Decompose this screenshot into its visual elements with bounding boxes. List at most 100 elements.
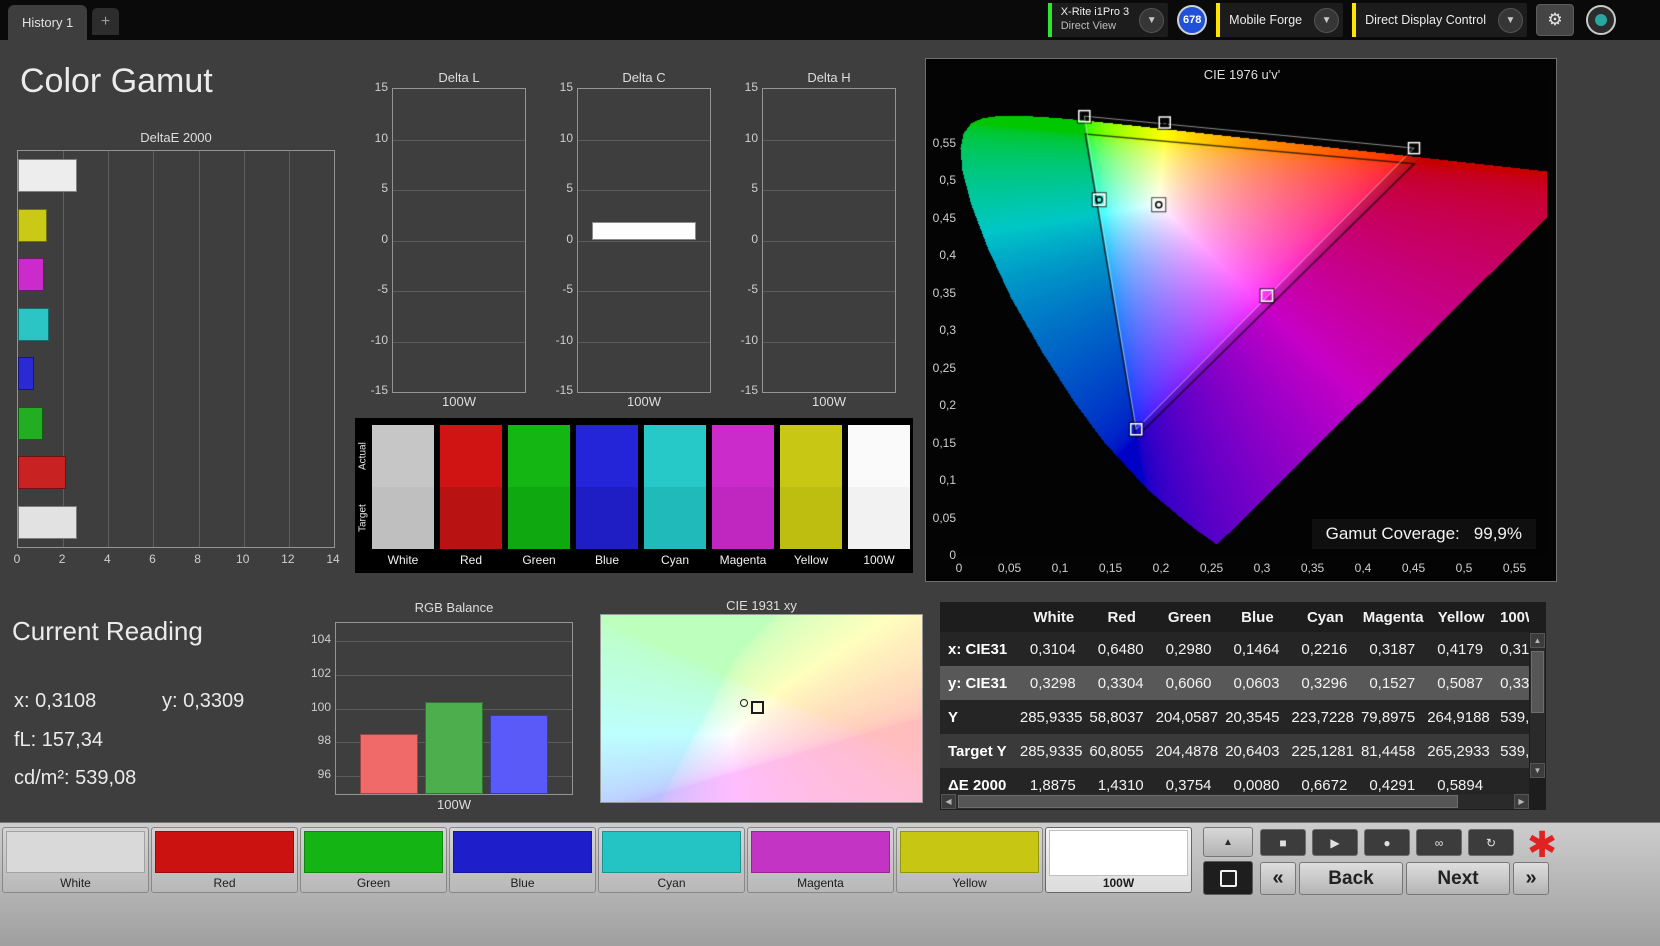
table-row[interactable]: x: CIE31 0,3104 0,6480 0,2980 0,1464 0,2216 0,… bbox=[940, 632, 1529, 666]
scroll-right-icon[interactable]: ▶ bbox=[1514, 794, 1529, 809]
next-button[interactable]: Next bbox=[1406, 862, 1510, 895]
table-row[interactable]: Y 285,9335 58,8037 204,0587 20,3545 223,7228 7… bbox=[940, 700, 1529, 734]
axis-tick-label: 104 bbox=[310, 632, 331, 647]
patch-button-magenta[interactable]: Magenta bbox=[747, 827, 894, 893]
axis-tick-label: -5 bbox=[377, 282, 388, 296]
table-cell: 0,6480 bbox=[1097, 640, 1144, 658]
table-cell: 285,9335 bbox=[1019, 708, 1083, 726]
axis-tick-label: 0 bbox=[949, 548, 956, 562]
source-selector[interactable]: Mobile Forge ▼ bbox=[1216, 3, 1344, 37]
target-row-label: Target bbox=[357, 504, 369, 532]
axis-tick-label: 0,55 bbox=[932, 135, 956, 150]
app-logo-button[interactable] bbox=[1586, 5, 1616, 35]
delta-c-chart bbox=[577, 88, 711, 393]
grid-line bbox=[578, 291, 710, 292]
stop-button[interactable]: ■ bbox=[1260, 829, 1306, 856]
deltae-bar-yellow bbox=[18, 208, 48, 242]
up-arrow-icon: ▲ bbox=[1223, 836, 1233, 848]
grid-line bbox=[393, 240, 525, 242]
patch-button-yellow[interactable]: Yellow bbox=[896, 827, 1043, 893]
axis-tick-label: 0,4 bbox=[939, 248, 956, 262]
axis-tick-label: 0,15 bbox=[1098, 561, 1123, 575]
table-cell: 0,2216 bbox=[1301, 640, 1348, 658]
horizontal-scrollbar[interactable]: ◀ ▶ bbox=[941, 794, 1529, 809]
grid-line bbox=[393, 341, 525, 343]
grid-line bbox=[578, 139, 710, 141]
patch-button-blue[interactable]: Blue bbox=[449, 827, 596, 893]
axis-tick-label: 8 bbox=[194, 552, 201, 566]
swatch-target-100w bbox=[848, 487, 910, 549]
swatch-actual-magenta bbox=[712, 425, 774, 487]
reading-cd: cd/m²: 539,08 bbox=[14, 767, 137, 789]
deltae-chart bbox=[17, 150, 335, 548]
chevron-down-icon[interactable]: ▼ bbox=[1314, 7, 1340, 33]
table-cell: 0,6672 bbox=[1301, 776, 1348, 794]
patch-button-cyan[interactable]: Cyan bbox=[598, 827, 745, 893]
record-button[interactable]: ● bbox=[1364, 829, 1410, 856]
delta-l-chart bbox=[392, 88, 526, 393]
axis-tick-label: -5 bbox=[562, 282, 573, 296]
delta-l-title: Delta L bbox=[438, 70, 480, 85]
back-button[interactable]: Back bbox=[1299, 862, 1403, 895]
axis-tick-label: 0,45 bbox=[1401, 561, 1426, 575]
settings-gear-button[interactable]: ⚙ bbox=[1536, 4, 1574, 36]
actual-target-swatch-panel: Actual Target White Red Green Blue Cyan Magen… bbox=[355, 418, 913, 573]
play-button[interactable]: ▶ bbox=[1312, 829, 1358, 856]
table-cell: 0,5087 bbox=[1437, 674, 1484, 692]
rgb-balance-chart bbox=[335, 622, 573, 795]
patch-button-green[interactable]: Green bbox=[300, 827, 447, 893]
table-cell: 0,0603 bbox=[1233, 674, 1280, 692]
vertical-scrollbar[interactable]: ▲ ▼ bbox=[1530, 633, 1545, 778]
grid-line bbox=[243, 151, 245, 547]
axis-tick-label: 0,1 bbox=[939, 473, 956, 487]
swatch-target-red bbox=[440, 487, 502, 549]
add-tab-button[interactable]: + bbox=[92, 8, 119, 35]
table-cell: 0,3104 bbox=[1029, 640, 1076, 658]
scroll-left-icon[interactable]: ◀ bbox=[941, 794, 956, 809]
axis-tick-label: 15 bbox=[374, 80, 388, 94]
axis-tick-label: 0,2 bbox=[1152, 561, 1170, 575]
table-row[interactable]: Target Y 285,9335 60,8055 204,4878 20,6403 22… bbox=[940, 734, 1529, 768]
patch-button-white[interactable]: White bbox=[2, 827, 149, 893]
scroll-up-icon[interactable]: ▲ bbox=[1530, 633, 1545, 648]
back-chevron-button[interactable]: « bbox=[1260, 862, 1296, 895]
table-row[interactable]: y: CIE31 0,3298 0,3304 0,6060 0,0603 0,3296 0,… bbox=[940, 666, 1529, 700]
loop-button[interactable]: ∞ bbox=[1416, 829, 1462, 856]
grid-line bbox=[198, 151, 200, 547]
meter-selector[interactable]: X-Rite i1Pro 3 Direct View ▼ bbox=[1047, 3, 1169, 37]
table-cell: 20,6403 bbox=[1225, 742, 1280, 760]
axis-tick-label: 6 bbox=[149, 552, 156, 566]
axis-tick-label: -10 bbox=[555, 332, 573, 347]
display-control-selector[interactable]: Direct Display Control ▼ bbox=[1352, 3, 1527, 37]
axis-tick-label: 0,25 bbox=[1199, 561, 1224, 575]
refresh-button[interactable]: ↻ bbox=[1468, 829, 1514, 856]
table-cell: 1,8875 bbox=[1029, 776, 1076, 794]
patch-swatch bbox=[602, 831, 741, 873]
scroll-down-icon[interactable]: ▼ bbox=[1530, 763, 1545, 778]
patch-window-button[interactable] bbox=[1203, 861, 1253, 895]
cie-1976-panel: CIE 1976 u'v' Gamut Coverage: 99,9% 0 0,0… bbox=[925, 58, 1557, 582]
swatch-actual-white bbox=[372, 425, 434, 487]
horizontal-scroll-thumb[interactable] bbox=[958, 795, 1458, 808]
reading-fl: fL: 157,34 bbox=[14, 729, 103, 751]
chevron-down-icon[interactable]: ▼ bbox=[1139, 7, 1165, 33]
panel-up-button[interactable]: ▲ bbox=[1203, 827, 1253, 857]
deltae-bar-green bbox=[18, 406, 43, 440]
record-icon: ● bbox=[1383, 835, 1391, 850]
patch-button-red[interactable]: Red bbox=[151, 827, 298, 893]
patch-button-100w[interactable]: 100W bbox=[1045, 827, 1192, 893]
chevron-down-icon[interactable]: ▼ bbox=[1498, 7, 1523, 33]
axis-tick-label: 0 bbox=[955, 561, 963, 575]
table-row[interactable]: ΔE 2000 1,8875 1,4310 0,3754 0,0080 0,6672 0,4… bbox=[940, 768, 1529, 794]
tab-history-1[interactable]: History 1 bbox=[8, 5, 88, 40]
cie-1976-title: CIE 1976 u'v' bbox=[1203, 67, 1281, 82]
actual-row-label: Actual bbox=[357, 442, 369, 470]
patch-swatch bbox=[1049, 830, 1188, 876]
deltae-chart-title: DeltaE 2000 bbox=[140, 130, 212, 145]
deltae-bar-blue bbox=[18, 357, 35, 390]
swatch-target-magenta bbox=[712, 487, 774, 549]
table-cell: 0,3298 bbox=[1029, 674, 1076, 692]
row-label: x: CIE31 bbox=[948, 640, 1008, 658]
vertical-scroll-thumb[interactable] bbox=[1531, 651, 1544, 713]
table-cell: 539,0800 bbox=[1500, 742, 1529, 760]
